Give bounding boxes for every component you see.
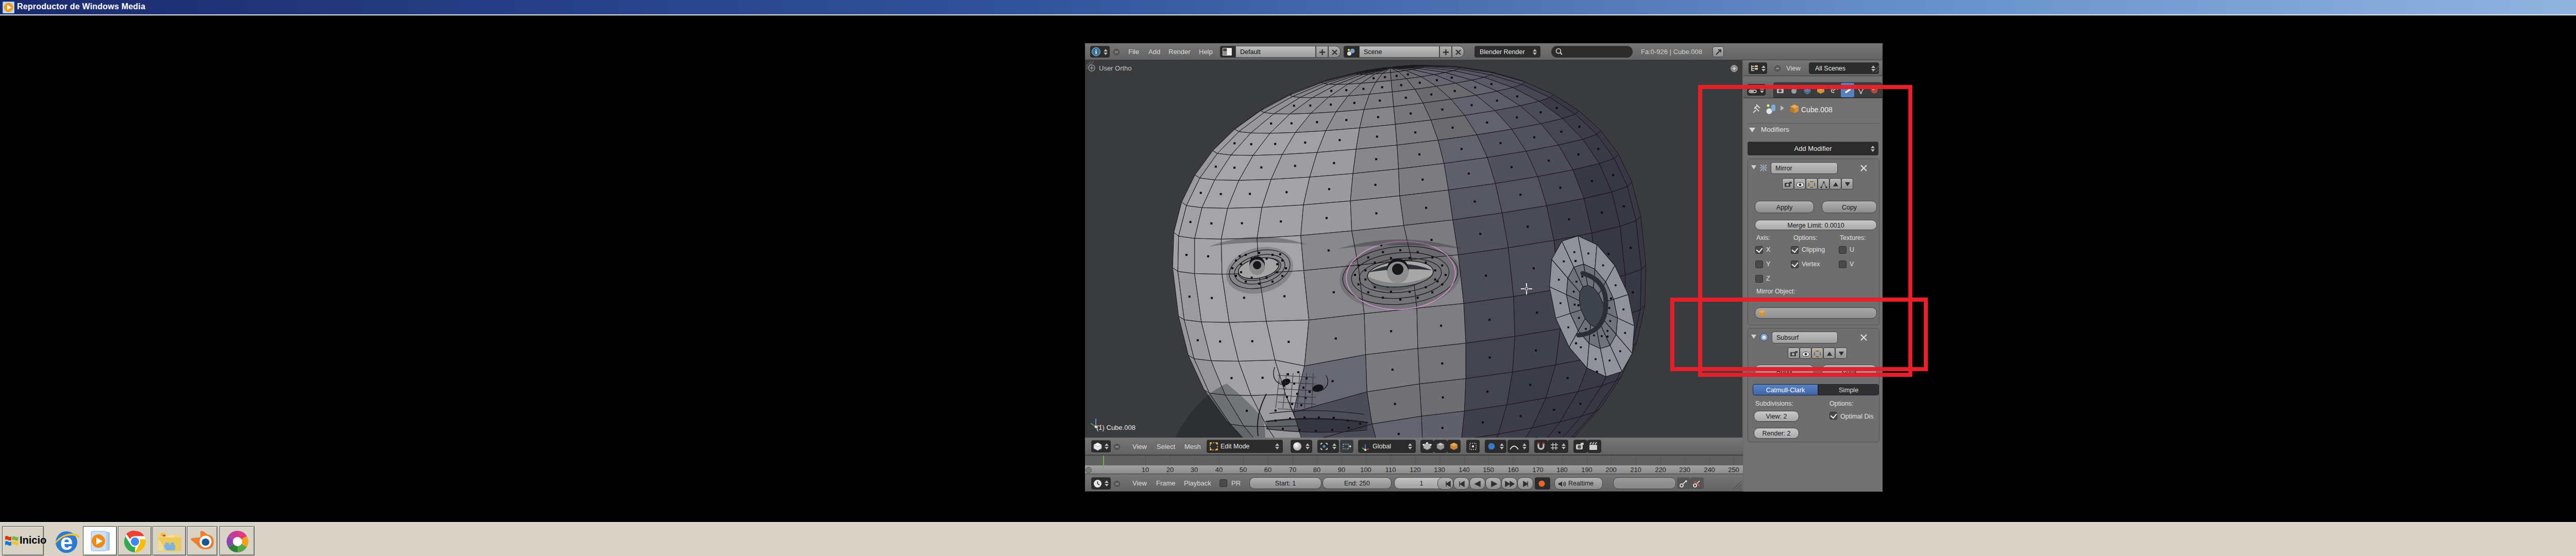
svg-text:e: e: [60, 529, 73, 554]
